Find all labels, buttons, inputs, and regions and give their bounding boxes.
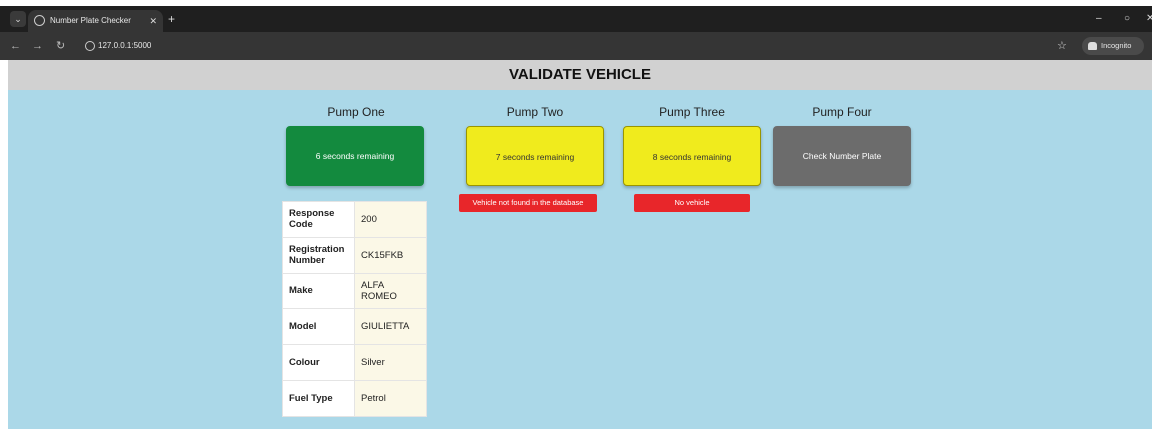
fuel-type-label: Fuel Type	[282, 379, 355, 417]
pump-two-title: Pump Two	[506, 105, 564, 119]
tab-search-icon[interactable]: ⌄	[10, 11, 26, 27]
url-field[interactable]: 127.0.0.1:5000	[80, 37, 1050, 55]
table-row: Response Code 200	[282, 201, 427, 238]
minimize-icon[interactable]: –	[1096, 10, 1102, 28]
pump-four-title: Pump Four	[812, 105, 872, 119]
tab-title: Number Plate Checker	[50, 16, 131, 25]
forward-icon[interactable]: →	[32, 38, 43, 54]
pump-three-error: No vehicle	[634, 194, 750, 212]
model-label: Model	[282, 308, 355, 346]
table-row: Model GIULIETTA	[282, 308, 427, 346]
reload-icon[interactable]: ↻	[56, 38, 65, 54]
page-header: VALIDATE VEHICLE	[8, 60, 1152, 90]
bookmark-star-icon[interactable]: ☆	[1057, 38, 1067, 54]
incognito-badge[interactable]: Incognito	[1082, 37, 1144, 55]
restore-icon[interactable]: ○	[1124, 10, 1130, 28]
registration-number-label: Registration Number	[282, 236, 355, 274]
incognito-icon	[1088, 42, 1097, 50]
make-value: ALFA ROMEO	[354, 272, 427, 310]
site-info-icon[interactable]	[85, 41, 95, 51]
table-row: Fuel Type Petrol	[282, 379, 427, 417]
fuel-type-value: Petrol	[354, 379, 427, 417]
registration-number-value: CK15FKB	[354, 236, 427, 274]
pump-one-title: Pump One	[327, 105, 385, 119]
browser-tab-bar: ⌄ Number Plate Checker ✕ + – ○ ✕	[0, 6, 1152, 32]
pump-four-button[interactable]: Check Number Plate	[773, 126, 911, 186]
pump-two-error: Vehicle not found in the database	[459, 194, 597, 212]
pump-two-button[interactable]: 7 seconds remaining	[466, 126, 604, 186]
close-tab-icon[interactable]: ✕	[149, 10, 157, 32]
make-label: Make	[282, 272, 355, 310]
colour-label: Colour	[282, 344, 355, 381]
url-text: 127.0.0.1:5000	[98, 41, 152, 50]
pump-three-button[interactable]: 8 seconds remaining	[623, 126, 761, 186]
incognito-label: Incognito	[1101, 41, 1132, 50]
pump-three-title: Pump Three	[659, 105, 725, 119]
table-row: Make ALFA ROMEO	[282, 272, 427, 310]
address-bar: ← → ↻ 127.0.0.1:5000 ☆ Incognito	[0, 32, 1152, 60]
table-row: Registration Number CK15FKB	[282, 236, 427, 274]
back-icon[interactable]: ←	[10, 38, 21, 54]
colour-value: Silver	[354, 344, 427, 381]
browser-tab[interactable]: Number Plate Checker ✕	[28, 10, 163, 32]
model-value: GIULIETTA	[354, 308, 427, 346]
close-window-icon[interactable]: ✕	[1146, 10, 1152, 28]
table-row: Colour Silver	[282, 344, 427, 381]
vehicle-info-table: Response Code 200 Registration Number CK…	[282, 201, 427, 417]
pump-one-button[interactable]: 6 seconds remaining	[286, 126, 424, 186]
response-code-label: Response Code	[282, 201, 355, 238]
globe-icon	[34, 15, 45, 26]
response-code-value: 200	[354, 201, 427, 238]
new-tab-icon[interactable]: +	[168, 10, 175, 28]
